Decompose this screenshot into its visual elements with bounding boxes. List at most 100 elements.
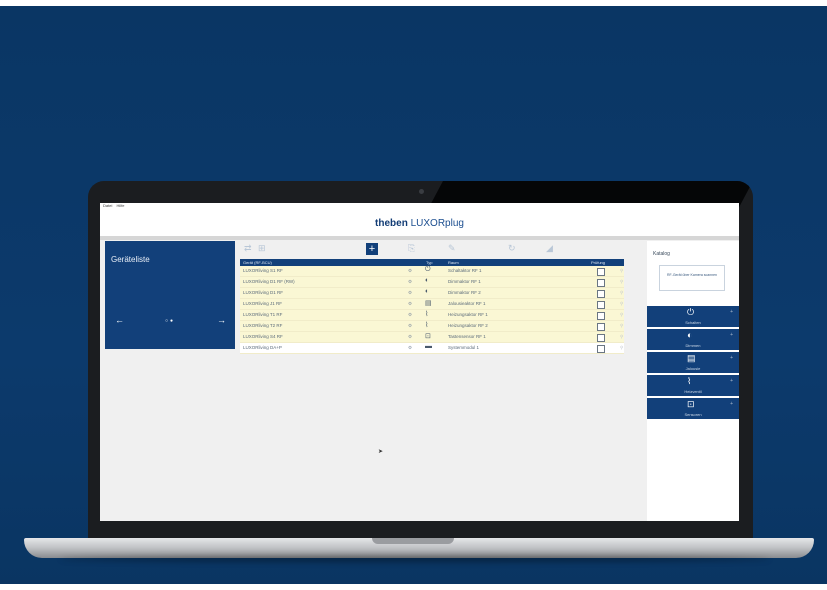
add-icon[interactable]: + (730, 378, 733, 384)
test-checkbox[interactable] (597, 312, 605, 320)
test-checkbox[interactable] (597, 345, 605, 353)
catalog-item-icon: ⊡ (687, 399, 695, 409)
copy-icon[interactable]: ⎘ (408, 243, 415, 254)
toolbar: ⇄ ⊞ + ⎘ ✎ ↻ ◢ (240, 241, 620, 259)
test-checkbox[interactable] (597, 290, 605, 298)
table-row[interactable]: LUXORliving T1 RF ⚙ ⌇ Heizungsaktor RF 1… (240, 310, 624, 321)
catalog-title: Katalog (653, 251, 670, 257)
edit-icon[interactable]: ✎ (448, 243, 456, 254)
frame-top (0, 0, 827, 6)
device-type-icon: ⌇ (425, 322, 429, 329)
catalog-item[interactable]: ⌇ Heizventil + (647, 375, 739, 396)
menu-file[interactable]: Datei (103, 203, 112, 208)
add-icon[interactable]: + (730, 332, 733, 338)
table-row[interactable]: LUXORliving T2 RF ⚙ ⌇ Heizungsaktor RF 2… (240, 321, 624, 332)
search-icon[interactable]: ⚲ (620, 301, 623, 307)
device-type-icon: ⏻ (425, 266, 431, 273)
room-name: Heizungsaktor RF 1 (448, 312, 488, 317)
laptop-lid: Datei Hilfe theben LUXORplug Geräteliste… (88, 181, 753, 543)
device-type-icon: ⌇ (425, 311, 429, 318)
device-type-icon: ▬ (425, 343, 432, 350)
link-icon[interactable]: ⇄ (244, 243, 252, 254)
catalog-panel: Katalog RF-Gerät über Kamera scannen ⏻ S… (647, 241, 739, 521)
test-checkbox[interactable] (597, 268, 605, 276)
settings-icon[interactable]: ⚙ (408, 334, 412, 340)
camera (419, 189, 424, 194)
search-icon[interactable]: ⚲ (620, 268, 623, 274)
brand-logo: theben LUXORplug (375, 218, 464, 229)
device-name: LUXORliving S1 RF (243, 268, 283, 273)
add-icon[interactable]: + (730, 355, 733, 361)
search-icon[interactable]: ⚲ (620, 312, 623, 318)
device-name: LUXORliving DA+P (243, 345, 282, 350)
room-name: Systemmodul 1 (448, 345, 480, 350)
catalog-item[interactable]: ⊡ Sensoren + (647, 398, 739, 419)
table-row[interactable]: LUXORliving D1 RF ⚙ ◐ Dimmaktor RF 2 ⚲ (240, 288, 624, 299)
test-checkbox[interactable] (597, 301, 605, 309)
device-type-icon: ⊡ (425, 333, 431, 340)
test-checkbox[interactable] (597, 334, 605, 342)
add-icon[interactable]: + (730, 309, 733, 315)
catalog-item-label: Jalousie (685, 366, 701, 371)
settings-icon[interactable]: ⚙ (408, 345, 412, 351)
page-dots: ○● (165, 318, 176, 324)
menu-help[interactable]: Hilfe (116, 203, 124, 208)
catalog-item-icon: ⌇ (687, 376, 692, 386)
device-name: LUXORliving T2 RF (243, 323, 283, 328)
settings-icon[interactable]: ⚙ (408, 290, 412, 296)
refresh-icon[interactable]: ↻ (508, 243, 516, 254)
device-table: Gerät (RF-BCU) Typ Raum Prüfung LUXORliv… (240, 259, 624, 354)
app-window: Datei Hilfe theben LUXORplug Geräteliste… (100, 203, 739, 521)
settings-icon[interactable]: ⚙ (408, 279, 412, 285)
search-icon[interactable]: ⚲ (620, 323, 623, 329)
table-row[interactable]: LUXORliving DA+P ⚙ ▬ Systemmodul 1 ⚲ (240, 343, 624, 354)
catalog-item-icon: ◐ (687, 330, 693, 340)
room-name: Dimmaktor RF 2 (448, 290, 481, 295)
search-icon[interactable]: ⚲ (620, 279, 623, 285)
test-checkbox[interactable] (597, 323, 605, 331)
table-row[interactable]: LUXORliving J1 RF ⚙ ▤ Jalousieaktor RF 1… (240, 299, 624, 310)
mouse-cursor-icon: ➤ (378, 449, 384, 455)
device-list-panel: Geräteliste ← ○● → (105, 241, 235, 349)
room-name: Tastensensor RF 1 (448, 334, 486, 339)
table-row[interactable]: LUXORliving S4 RF ⚙ ⊡ Tastensensor RF 1 … (240, 332, 624, 343)
room-name: Dimmaktor RF 1 (448, 279, 481, 284)
catalog-item-icon: ▤ (687, 353, 696, 363)
catalog-item-label: Schalten (685, 320, 701, 325)
catalog-item-label: Sensoren (684, 412, 702, 417)
settings-icon[interactable]: ⚙ (408, 323, 412, 329)
table-header: Gerät (RF-BCU) Typ Raum Prüfung (240, 259, 624, 266)
add-icon[interactable]: + (730, 401, 733, 407)
device-name: LUXORliving D1 RF (RW) (243, 279, 295, 284)
signal-icon[interactable]: ◢ (546, 243, 553, 254)
search-icon[interactable]: ⚲ (620, 334, 623, 340)
settings-icon[interactable]: ⚙ (408, 301, 412, 307)
catalog-item[interactable]: ◐ Dimmen + (647, 329, 739, 350)
device-name: LUXORliving T1 RF (243, 312, 283, 317)
device-list-title: Geräteliste (111, 255, 150, 264)
catalog-item[interactable]: ▤ Jalousie + (647, 352, 739, 373)
room-name: Heizungsaktor RF 2 (448, 323, 488, 328)
test-checkbox[interactable] (597, 279, 605, 287)
add-button[interactable]: + (366, 243, 378, 255)
search-icon[interactable]: ⚲ (620, 345, 623, 351)
device-type-icon: ▤ (425, 300, 432, 307)
frame-bottom (0, 584, 827, 590)
catalog-item-label: Heizventil (684, 389, 702, 394)
scan-camera-button[interactable]: RF-Gerät über Kamera scannen (659, 265, 725, 291)
app-header: theben LUXORplug (100, 210, 739, 236)
room-name: Jalousieaktor RF 1 (448, 301, 486, 306)
table-row[interactable]: LUXORliving S1 RF ⚙ ⏻ Schaltaktor RF 1 ⚲ (240, 266, 624, 277)
device-name: LUXORliving S4 RF (243, 334, 283, 339)
settings-icon[interactable]: ⚙ (408, 268, 412, 274)
next-arrow-icon[interactable]: → (217, 315, 226, 325)
table-row[interactable]: LUXORliving D1 RF (RW) ⚙ ◐ Dimmaktor RF … (240, 277, 624, 288)
prev-arrow-icon[interactable]: ← (115, 315, 124, 325)
room-name: Schaltaktor RF 1 (448, 268, 482, 273)
catalog-item[interactable]: ⏻ Schalten + (647, 306, 739, 327)
catalog-item-label: Dimmen (685, 343, 701, 348)
add-device-icon[interactable]: ⊞ (258, 243, 266, 254)
settings-icon[interactable]: ⚙ (408, 312, 412, 318)
device-name: LUXORliving D1 RF (243, 290, 284, 295)
search-icon[interactable]: ⚲ (620, 290, 623, 296)
